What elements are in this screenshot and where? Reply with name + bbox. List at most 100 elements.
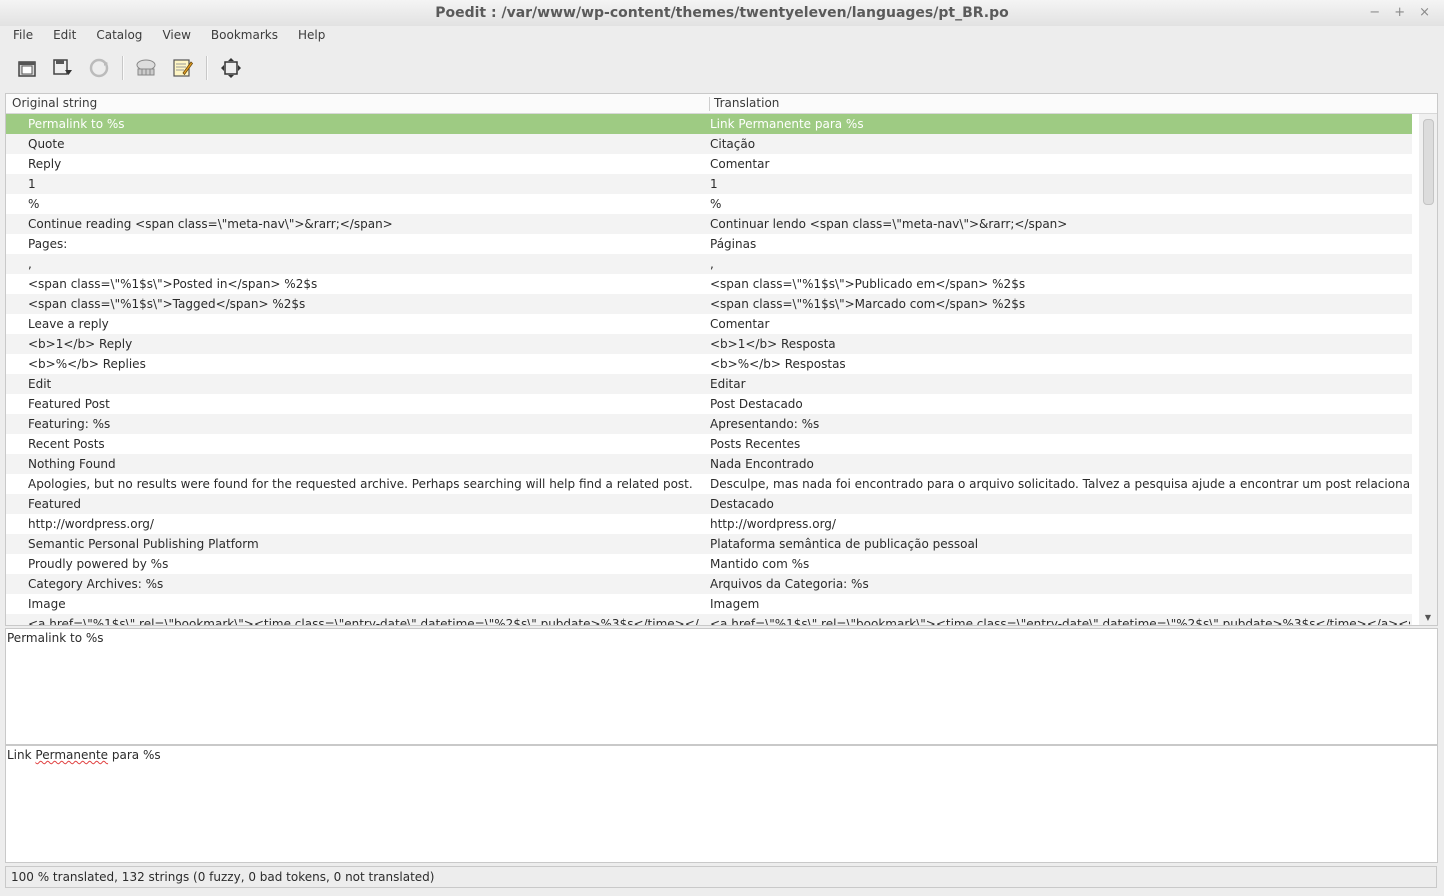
table-row[interactable]: Image Imagem	[6, 594, 1412, 614]
translation-editor[interactable]: Link Permanente para %s	[5, 745, 1438, 863]
original-cell: <b>1</b> Reply	[28, 337, 133, 351]
minimize-button[interactable]: −	[1369, 0, 1380, 26]
original-cell: <a href=\"%1$s\" rel=\"bookmark\"><time …	[28, 617, 700, 626]
fit-window-icon[interactable]	[218, 55, 244, 81]
table-row[interactable]: ,,	[6, 254, 1412, 274]
toolbar	[0, 48, 1444, 88]
original-cell: Quote	[28, 137, 65, 151]
table-row[interactable]: Apologies, but no results were found for…	[6, 474, 1412, 494]
original-cell: Nothing Found	[28, 457, 116, 471]
table-row[interactable]: Pages: Páginas	[6, 234, 1412, 254]
update-icon[interactable]	[86, 55, 112, 81]
menu-file[interactable]: File	[6, 26, 40, 48]
table-row[interactable]: Featuring: %s Apresentando: %s	[6, 414, 1412, 434]
translation-cell: Páginas	[710, 237, 757, 251]
table-row[interactable]: Recent Posts Posts Recentes	[6, 434, 1412, 454]
window-controls: − + ×	[1369, 0, 1430, 26]
table-row[interactable]: Nothing Found Nada Encontrado	[6, 454, 1412, 474]
table-row[interactable]: <span class=\"%1$s\">Posted in</span> %2…	[6, 274, 1412, 294]
translation-cell: <span class=\"%1$s\">Publicado em</span>…	[710, 277, 1026, 291]
table-row[interactable]: Reply Comentar	[6, 154, 1412, 174]
original-cell: Recent Posts	[28, 437, 105, 451]
scroll-down-arrow[interactable]: ▼	[1419, 613, 1437, 625]
translation-cell: Plataforma semântica de publicação pesso…	[710, 537, 979, 551]
translation-cell: ,	[710, 257, 714, 271]
save-icon[interactable]	[49, 55, 75, 81]
source-text: Permalink to %s	[7, 631, 104, 645]
status-bar: 100 % translated, 132 strings (0 fuzzy, …	[5, 866, 1437, 888]
original-cell: Apologies, but no results were found for…	[28, 477, 693, 491]
list-scrollbar[interactable]: ▼	[1419, 114, 1437, 625]
translation-cell: Imagem	[710, 597, 760, 611]
translation-cell: Mantido com %s	[710, 557, 810, 571]
original-cell: Leave a reply	[28, 317, 109, 331]
table-row[interactable]: Featured Post Post Destacado	[6, 394, 1412, 414]
table-row[interactable]: <a href=\"%1$s\" rel=\"bookmark\"><time …	[6, 614, 1412, 626]
window-title: Poedit : /var/www/wp-content/themes/twen…	[435, 5, 1009, 21]
table-row[interactable]: Permalink to %s Link Permanente para %s	[6, 114, 1412, 134]
table-row[interactable]: <b>%</b> Replies <b>%</b> Respostas	[6, 354, 1412, 374]
table-row[interactable]: Proudly powered by %s Mantido com %s	[6, 554, 1412, 574]
menu-view[interactable]: View	[155, 26, 197, 48]
original-cell: Category Archives: %s	[28, 577, 164, 591]
table-row[interactable]: <span class=\"%1$s\">Tagged</span> %2$s <…	[6, 294, 1412, 314]
menu-help[interactable]: Help	[291, 26, 332, 48]
source-text-pane: Permalink to %s	[5, 628, 1438, 745]
table-row[interactable]: Leave a reply Comentar	[6, 314, 1412, 334]
menubar: File Edit Catalog View Bookmarks Help	[0, 26, 1444, 48]
menu-bookmarks[interactable]: Bookmarks	[204, 26, 285, 48]
original-cell: Continue reading <span class=\"meta-nav\…	[28, 217, 393, 231]
original-cell: 1	[28, 177, 36, 191]
column-header-original[interactable]: Original string	[12, 96, 97, 110]
translation-cell: Editar	[710, 377, 746, 391]
translation-cell: <a href=\"%1$s\" rel=\"bookmark\"><time …	[710, 617, 1410, 626]
original-cell: Featured	[28, 497, 81, 511]
translation-cell: Nada Encontrado	[710, 457, 814, 471]
translation-cell: Link Permanente para %s	[710, 117, 864, 131]
table-row[interactable]: <b>1</b> Reply <b>1</b> Resposta	[6, 334, 1412, 354]
table-row[interactable]: Edit Editar	[6, 374, 1412, 394]
window-titlebar: Poedit : /var/www/wp-content/themes/twen…	[0, 0, 1444, 26]
maximize-button[interactable]: +	[1394, 0, 1405, 26]
translation-cell: Comentar	[710, 157, 770, 171]
translation-cell: http://wordpress.org/	[710, 517, 836, 531]
original-cell: http://wordpress.org/	[28, 517, 154, 531]
translation-cell: Destacado	[710, 497, 774, 511]
column-header-translation[interactable]: Translation	[714, 96, 779, 110]
table-row[interactable]: Category Archives: %s Arquivos da Categor…	[6, 574, 1412, 594]
table-row[interactable]: Featured Destacado	[6, 494, 1412, 514]
original-cell: Pages:	[28, 237, 68, 251]
original-cell: ,	[28, 257, 32, 271]
translation-cell: Desculpe, mas nada foi encontrado para o…	[710, 477, 1410, 491]
original-cell: Image	[28, 597, 66, 611]
translation-cell: %	[710, 197, 722, 211]
list-header: Original string Translation	[6, 94, 1437, 114]
original-cell: <span class=\"%1$s\">Posted in</span> %2…	[28, 277, 318, 291]
translation-cell: 1	[710, 177, 718, 191]
translation-cell: Post Destacado	[710, 397, 803, 411]
table-row[interactable]: 11	[6, 174, 1412, 194]
menu-edit[interactable]: Edit	[46, 26, 83, 48]
translation-cell: Comentar	[710, 317, 770, 331]
open-icon[interactable]	[14, 55, 40, 81]
strings-list: Original string Translation Permalink to…	[5, 93, 1438, 626]
original-cell: Proudly powered by %s	[28, 557, 169, 571]
close-button[interactable]: ×	[1419, 0, 1430, 26]
translation-cell: Posts Recentes	[710, 437, 801, 451]
table-row[interactable]: Continue reading <span class=\"meta-nav\…	[6, 214, 1412, 234]
table-row[interactable]: Semantic Personal Publishing Platform Pla…	[6, 534, 1412, 554]
translation-cell: <b>%</b> Respostas	[710, 357, 846, 371]
original-cell: <b>%</b> Replies	[28, 357, 146, 371]
translation-cell: <b>1</b> Resposta	[710, 337, 836, 351]
translation-text[interactable]: Link Permanente para %s	[7, 748, 161, 762]
table-row[interactable]: http://wordpress.org/http://wordpress.or…	[6, 514, 1412, 534]
table-row[interactable]: %%	[6, 194, 1412, 214]
table-row[interactable]: Quote Citação	[6, 134, 1412, 154]
menu-catalog[interactable]: Catalog	[89, 26, 149, 48]
translation-memory-icon[interactable]	[133, 55, 159, 81]
original-cell: Edit	[28, 377, 52, 391]
original-cell: <span class=\"%1$s\">Tagged</span> %2$s	[28, 297, 306, 311]
comment-icon[interactable]	[169, 55, 195, 81]
scroll-thumb[interactable]	[1423, 119, 1434, 205]
status-text: 100 % translated, 132 strings (0 fuzzy, …	[11, 870, 435, 884]
